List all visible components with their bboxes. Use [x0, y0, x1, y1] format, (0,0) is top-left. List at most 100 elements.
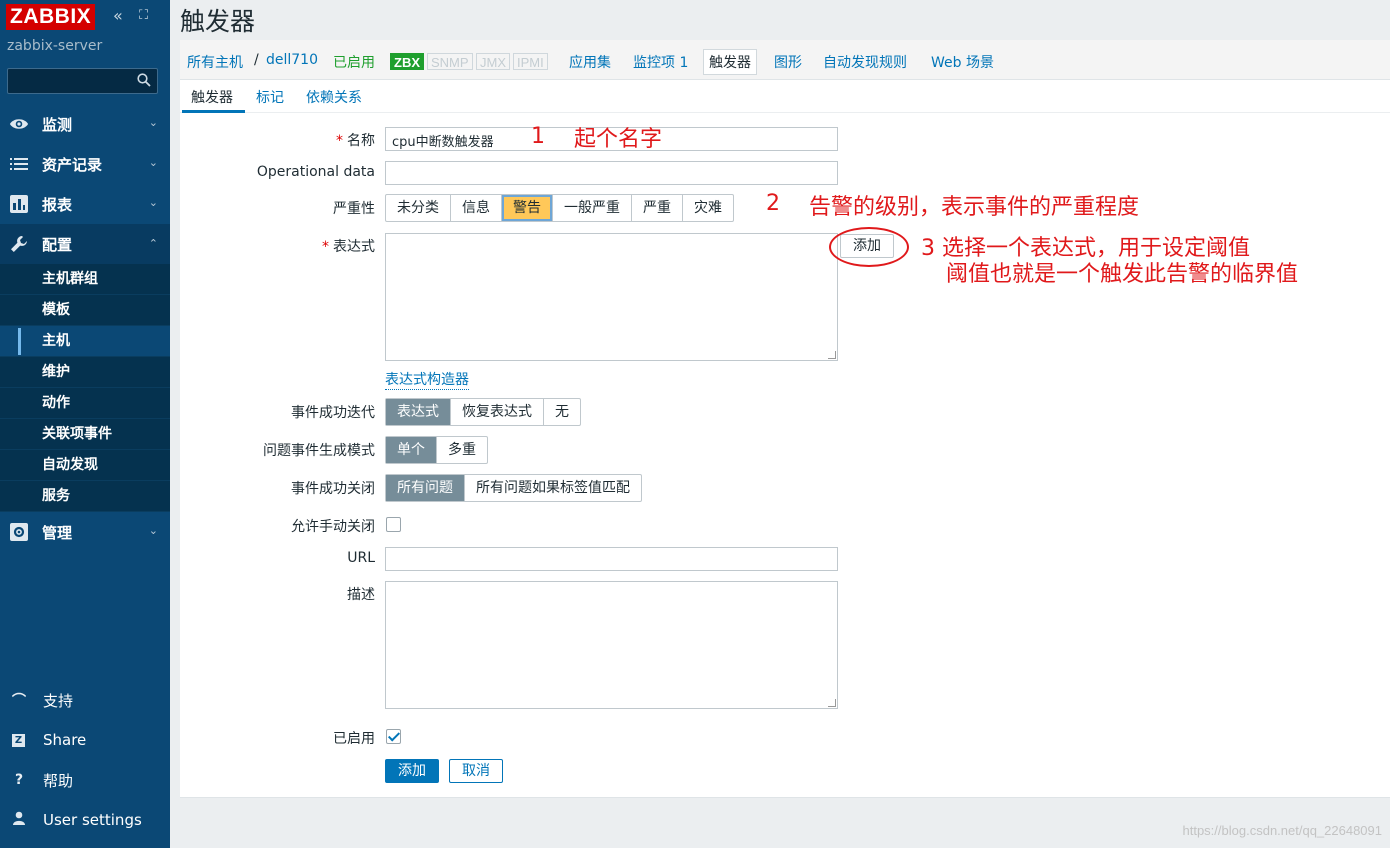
page-title: 触发器	[180, 7, 256, 36]
description-label: 描述	[347, 587, 375, 603]
server-name: zabbix-server	[7, 38, 103, 54]
severity-disaster[interactable]: 灾难	[683, 195, 733, 221]
severity-average[interactable]: 一般严重	[553, 195, 632, 221]
add-button[interactable]: 添加	[385, 759, 439, 783]
sidebar-search-input[interactable]	[7, 68, 158, 94]
allow-manual-close-checkbox[interactable]	[386, 517, 401, 532]
annotation-1-number: 1	[531, 124, 545, 149]
submenu-maintenance[interactable]: 维护	[0, 357, 170, 388]
ok-event-generation-label: 事件成功迭代	[291, 405, 375, 421]
ok-event-generation-selector: 表达式 恢复表达式 无	[385, 398, 581, 426]
jmx-availability-badge: JMX	[476, 53, 510, 70]
watermark: https://blog.csdn.net/qq_22648091	[1182, 823, 1383, 838]
submenu-services[interactable]: 服务	[0, 481, 170, 512]
severity-high[interactable]: 严重	[632, 195, 683, 221]
url-input[interactable]	[385, 547, 838, 571]
submenu-templates[interactable]: 模板	[0, 295, 170, 326]
tab-trigger[interactable]: 触发器	[191, 87, 233, 107]
sidebar: ZABBIX « ⛶ zabbix-server 监测 ⌄ 资产记录 ⌄ 报表 …	[0, 0, 170, 848]
nav-items[interactable]: 监控项 1	[633, 52, 688, 72]
operational-data-input[interactable]	[385, 161, 838, 185]
kiosk-mode-icon[interactable]: ⛶	[139, 8, 148, 23]
menu-monitoring-label: 监测	[42, 115, 73, 134]
ok-close-all-problems[interactable]: 所有问题	[386, 475, 465, 501]
ok-event-closes-selector: 所有问题 所有问题如果标签值匹配	[385, 474, 642, 502]
ok-event-closes-label: 事件成功关闭	[291, 481, 375, 497]
allow-manual-close-label: 允许手动关闭	[291, 519, 375, 535]
configuration-submenu: 主机群组 模板 主机 维护 动作 关联项事件 自动发现 服务	[0, 264, 170, 512]
annotation-2-number: 2	[766, 191, 780, 216]
problem-mode-multiple[interactable]: 多重	[437, 437, 487, 463]
chevron-down-icon: ⌄	[148, 196, 158, 209]
eye-icon	[9, 114, 29, 134]
annotation-circle	[829, 227, 909, 267]
menu-help[interactable]: ? 帮助	[0, 760, 170, 800]
search-icon[interactable]	[137, 73, 151, 87]
severity-not-classified[interactable]: 未分类	[386, 195, 451, 221]
bar-chart-icon	[9, 194, 29, 214]
resize-handle-icon[interactable]	[828, 351, 836, 359]
expression-label: * 表达式	[322, 239, 375, 255]
ipmi-availability-badge: IPMI	[513, 53, 548, 70]
description-textarea[interactable]	[385, 581, 838, 709]
submenu-actions[interactable]: 动作	[0, 388, 170, 419]
zbx-availability-badge: ZBX	[390, 53, 424, 70]
menu-share-label: Share	[43, 731, 87, 749]
severity-warning[interactable]: 警告	[502, 195, 553, 221]
snmp-availability-badge: SNMP	[427, 53, 473, 70]
required-marker: *	[322, 239, 329, 255]
menu-monitoring[interactable]: 监测 ⌄	[0, 104, 170, 144]
expression-textarea[interactable]	[385, 233, 838, 361]
problem-mode-single[interactable]: 单个	[386, 437, 437, 463]
severity-selector: 未分类 信息 警告 一般严重 严重 灾难	[385, 194, 734, 222]
enabled-checkbox[interactable]	[386, 729, 401, 744]
submenu-host-groups[interactable]: 主机群组	[0, 264, 170, 295]
breadcrumb-all-hosts[interactable]: 所有主机	[187, 52, 243, 72]
resize-handle-icon[interactable]	[828, 699, 836, 707]
tab-dependencies[interactable]: 依赖关系	[306, 87, 362, 107]
menu-support-label: 支持	[43, 691, 74, 710]
submenu-discovery[interactable]: 自动发现	[0, 450, 170, 481]
host-nav-bar: 所有主机 / dell710 已启用 ZBX SNMP JMX IPMI 应用集…	[180, 40, 1390, 80]
menu-support[interactable]: ⌒ 支持	[0, 680, 170, 720]
menu-inventory[interactable]: 资产记录 ⌄	[0, 144, 170, 184]
menu-administration[interactable]: 管理 ⌄	[0, 512, 170, 552]
menu-user-settings-label: User settings	[43, 811, 142, 829]
ok-gen-expression[interactable]: 表达式	[386, 399, 451, 425]
nav-applications[interactable]: 应用集	[569, 52, 611, 72]
nav-discovery-rules[interactable]: 自动发现规则	[823, 52, 907, 72]
menu-inventory-label: 资产记录	[42, 155, 103, 174]
required-marker: *	[336, 133, 343, 149]
menu-share[interactable]: Z Share	[0, 720, 170, 760]
operational-data-label: Operational data	[256, 164, 375, 180]
problem-generation-mode-label: 问题事件生成模式	[263, 443, 375, 459]
menu-administration-label: 管理	[42, 523, 73, 542]
share-z-icon: Z	[12, 733, 25, 747]
ok-gen-none[interactable]: 无	[544, 399, 580, 425]
nav-web-scenarios[interactable]: Web 场景	[931, 52, 994, 72]
host-status-enabled[interactable]: 已启用	[333, 52, 375, 72]
ok-gen-recovery-expression[interactable]: 恢复表达式	[451, 399, 544, 425]
ok-close-tag-match[interactable]: 所有问题如果标签值匹配	[465, 475, 641, 501]
submenu-event-correlation[interactable]: 关联项事件	[0, 419, 170, 450]
expression-constructor-link[interactable]: 表达式构造器	[385, 369, 469, 390]
menu-reports[interactable]: 报表 ⌄	[0, 184, 170, 224]
chevron-down-icon: ⌄	[148, 156, 158, 169]
breadcrumb-host[interactable]: dell710	[266, 52, 318, 68]
severity-information[interactable]: 信息	[451, 195, 502, 221]
menu-configuration[interactable]: 配置 ⌃	[0, 224, 170, 264]
problem-generation-mode-selector: 单个 多重	[385, 436, 488, 464]
tab-tags[interactable]: 标记	[256, 87, 284, 107]
zabbix-logo[interactable]: ZABBIX	[6, 4, 96, 30]
nav-triggers[interactable]: 触发器	[703, 49, 757, 75]
nav-graphs[interactable]: 图形	[774, 52, 802, 72]
cancel-button[interactable]: 取消	[449, 759, 503, 783]
wrench-icon	[9, 234, 29, 254]
collapse-sidebar-icon[interactable]: «	[113, 6, 123, 25]
submenu-hosts[interactable]: 主机	[0, 326, 170, 357]
menu-help-label: 帮助	[43, 771, 74, 790]
name-label: * 名称	[336, 133, 375, 149]
menu-reports-label: 报表	[42, 195, 73, 214]
severity-label: 严重性	[333, 201, 375, 217]
menu-user-settings[interactable]: User settings	[0, 800, 170, 840]
